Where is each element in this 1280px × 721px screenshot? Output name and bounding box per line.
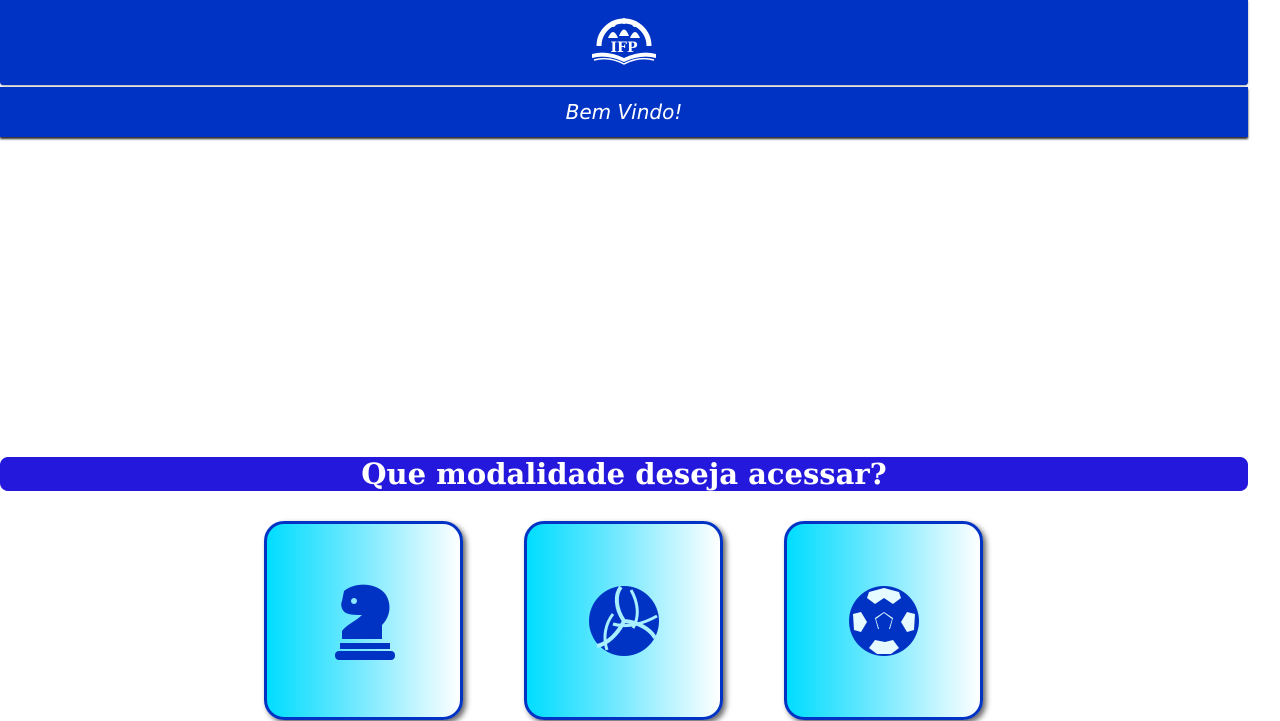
chess-knight-icon [334, 584, 395, 660]
soccer-card-button[interactable] [784, 521, 983, 720]
modality-cards [0, 521, 1248, 721]
question-banner: Que modalidade deseja acessar? [0, 457, 1248, 491]
soccer-ball-icon [848, 585, 919, 656]
logo-text: IFP [610, 40, 637, 56]
top-header: IFP [0, 0, 1248, 85]
chess-card-button[interactable] [264, 521, 463, 720]
ifp-logo-icon[interactable]: IFP [589, 8, 659, 66]
welcome-banner: Bem Vindo! [0, 87, 1248, 137]
question-text: Que modalidade deseja acessar? [361, 457, 887, 491]
volleyball-card-button[interactable] [524, 521, 723, 720]
welcome-text: Bem Vindo! [565, 100, 683, 124]
volleyball-icon [588, 585, 659, 656]
